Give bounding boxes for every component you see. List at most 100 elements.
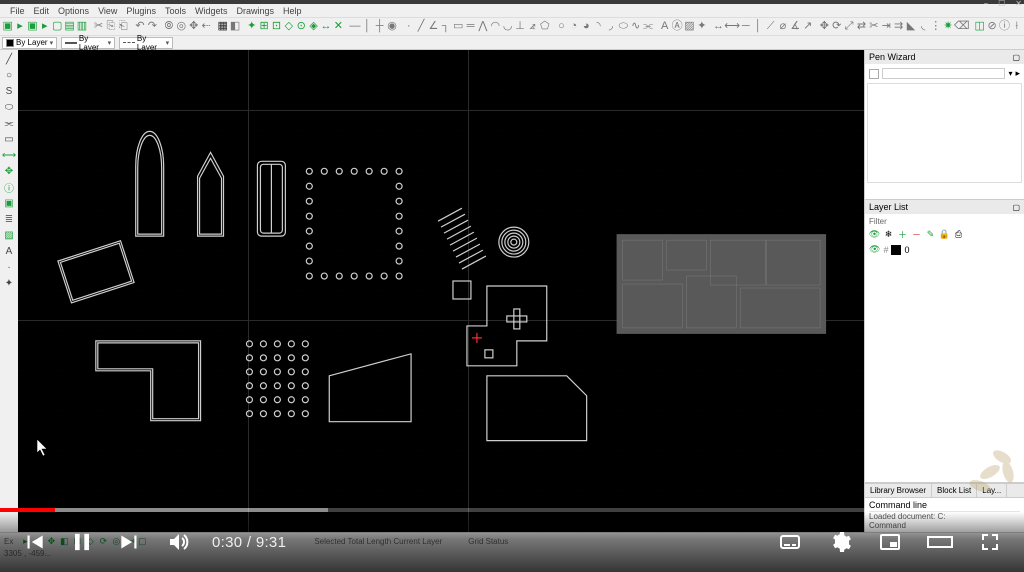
restrict-ortho-icon[interactable]: ┼ <box>374 20 385 34</box>
fullscreen-button[interactable] <box>976 528 1004 556</box>
divide-icon[interactable]: ⋮ <box>930 20 941 34</box>
tool-dimension-icon[interactable]: ⟷ <box>2 148 16 162</box>
zoom-prev-icon[interactable]: ⇠ <box>200 20 211 34</box>
circle3p-icon[interactable]: ◕ <box>581 20 592 34</box>
tool-hatch-icon[interactable]: ▨ <box>2 228 16 242</box>
print-icon[interactable]: ▤ <box>64 20 75 34</box>
snap-dist-icon[interactable]: ↔ <box>320 20 331 34</box>
layer-add-icon[interactable]: ＋ <box>897 229 908 240</box>
settings-button[interactable] <box>826 528 854 556</box>
drawing-canvas[interactable] <box>18 50 864 532</box>
extend-icon[interactable]: ⇥ <box>881 20 892 34</box>
snap-end-icon[interactable]: ⊡ <box>271 20 282 34</box>
volume-button[interactable] <box>164 528 192 556</box>
tool-block-icon[interactable]: ▣ <box>2 196 16 210</box>
menu-view[interactable]: View <box>94 6 121 16</box>
layer-row-0[interactable]: 👁 # 0 <box>867 242 1022 257</box>
bevel-icon[interactable]: ◣ <box>905 20 916 34</box>
fillet-icon[interactable]: ◟ <box>918 20 929 34</box>
tool-ellipse-icon[interactable]: ⬭ <box>2 100 16 114</box>
snap-grid-icon[interactable]: ⊞ <box>258 20 269 34</box>
circle2p-icon[interactable]: ◔ <box>568 20 579 34</box>
copy-icon[interactable]: ⎘ <box>105 20 116 34</box>
layer-lock-icon[interactable]: 🔒 <box>939 229 950 240</box>
dim-leader-icon[interactable]: ↗ <box>802 20 813 34</box>
snap-free-icon[interactable]: ✦ <box>246 20 257 34</box>
ellipse-icon[interactable]: ⬭ <box>618 20 629 34</box>
tool-point-icon[interactable]: · <box>2 260 16 274</box>
measure-icon[interactable]: ⟊ <box>1011 20 1022 34</box>
explode-icon[interactable]: ✷ <box>942 20 953 34</box>
image-icon[interactable]: ✦ <box>696 20 707 34</box>
point-icon[interactable]: · <box>403 20 414 34</box>
zoom-pan-icon[interactable]: ✥ <box>188 20 199 34</box>
snap-middle-icon[interactable]: ◈ <box>308 20 319 34</box>
captions-button[interactable] <box>776 528 804 556</box>
move-icon[interactable]: ✥ <box>819 20 830 34</box>
line-tang2-icon[interactable]: ◡ <box>502 20 513 34</box>
layer-remove-icon[interactable]: － <box>911 229 922 240</box>
panel-dock-icon[interactable]: ▢ <box>1012 203 1020 212</box>
dim-diam-icon[interactable]: ⌀ <box>777 20 788 34</box>
restrict-h-icon[interactable]: — <box>349 20 360 34</box>
open-icon[interactable]: ▸ <box>14 20 25 34</box>
pen-color-select[interactable]: ▾ ▸ <box>867 66 1022 81</box>
tool-layer-icon[interactable]: ≣ <box>2 212 16 226</box>
tool-snap-icon[interactable]: ✦ <box>2 276 16 290</box>
arc-icon[interactable]: ◝ <box>593 20 604 34</box>
select-win-icon[interactable]: ◫ <box>974 20 985 34</box>
layer-print-icon[interactable]: ⎙ <box>953 229 964 240</box>
scale-icon[interactable]: ⤢ <box>843 20 854 34</box>
width-by-layer-select[interactable]: By Layer ▾ <box>61 37 115 49</box>
previous-button[interactable] <box>20 528 48 556</box>
delete-icon[interactable]: ⌫ <box>955 20 969 34</box>
minimize-button[interactable]: − <box>983 0 988 8</box>
menu-help[interactable]: Help <box>279 6 306 16</box>
tool-info-icon[interactable]: ⓘ <box>2 180 16 194</box>
line-bisect-icon[interactable]: ⋀ <box>477 20 488 34</box>
snap-center-icon[interactable]: ⊙ <box>296 20 307 34</box>
menu-edit[interactable]: Edit <box>30 6 54 16</box>
next-button[interactable] <box>116 528 144 556</box>
grid-icon[interactable]: ▦ <box>217 20 228 34</box>
color-by-layer-select[interactable]: By Layer ▾ <box>2 37 57 49</box>
line-rect-icon[interactable]: ▭ <box>453 20 464 34</box>
mirror-icon[interactable]: ⇄ <box>856 20 867 34</box>
menu-plugins[interactable]: Plugins <box>122 6 160 16</box>
tool-line-icon[interactable]: ╱ <box>2 52 16 66</box>
dim-rad-icon[interactable]: ⟋ <box>765 20 776 34</box>
export-icon[interactable]: ▢ <box>52 20 63 34</box>
maximize-button[interactable]: ☐ <box>998 0 1005 8</box>
linetype-by-layer-select[interactable]: By Layer ▾ <box>119 37 173 49</box>
tool-select-icon[interactable]: ▭ <box>2 132 16 146</box>
snap-inter-icon[interactable]: ✕ <box>333 20 344 34</box>
menu-drawings[interactable]: Drawings <box>232 6 278 16</box>
dim-v-icon[interactable]: │ <box>753 20 764 34</box>
snap-onentity-icon[interactable]: ◇ <box>283 20 294 34</box>
rotate-icon[interactable]: ⟳ <box>831 20 842 34</box>
cut-icon[interactable]: ✂ <box>93 20 104 34</box>
line-poly-icon[interactable]: ⬠ <box>539 20 550 34</box>
tab-library-browser[interactable]: Library Browser <box>865 484 932 497</box>
layer-show-icon[interactable]: 👁 <box>869 229 880 240</box>
arc3p-icon[interactable]: ◞ <box>605 20 616 34</box>
line-relang-icon[interactable]: ⦨ <box>527 20 538 34</box>
dim-linear-icon[interactable]: ⟷ <box>725 20 739 34</box>
redo-icon[interactable]: ↷ <box>147 20 158 34</box>
relative-zero-icon[interactable]: ◉ <box>386 20 397 34</box>
line-angle-icon[interactable]: ∠ <box>428 20 439 34</box>
menu-file[interactable]: File <box>6 6 29 16</box>
mtext-icon[interactable]: Ⓐ <box>671 20 682 34</box>
panel-dock-icon[interactable]: ▢ <box>1012 53 1020 62</box>
layer-construction-icon[interactable]: # <box>883 245 888 255</box>
menu-options[interactable]: Options <box>54 6 93 16</box>
zoom-in-icon[interactable]: ⦾ <box>163 20 174 34</box>
text-icon[interactable]: A <box>659 20 670 34</box>
layer-freeze-icon[interactable]: ❄ <box>883 229 894 240</box>
line-icon[interactable]: ╱ <box>415 20 426 34</box>
tool-modify-icon[interactable]: ✥ <box>2 164 16 178</box>
layer-edit-icon[interactable]: ✎ <box>925 229 936 240</box>
line-ortho-icon[interactable]: ⊥ <box>514 20 525 34</box>
layer-visible-icon[interactable]: 👁 <box>869 244 880 255</box>
hatch-icon[interactable]: ▨ <box>684 20 695 34</box>
